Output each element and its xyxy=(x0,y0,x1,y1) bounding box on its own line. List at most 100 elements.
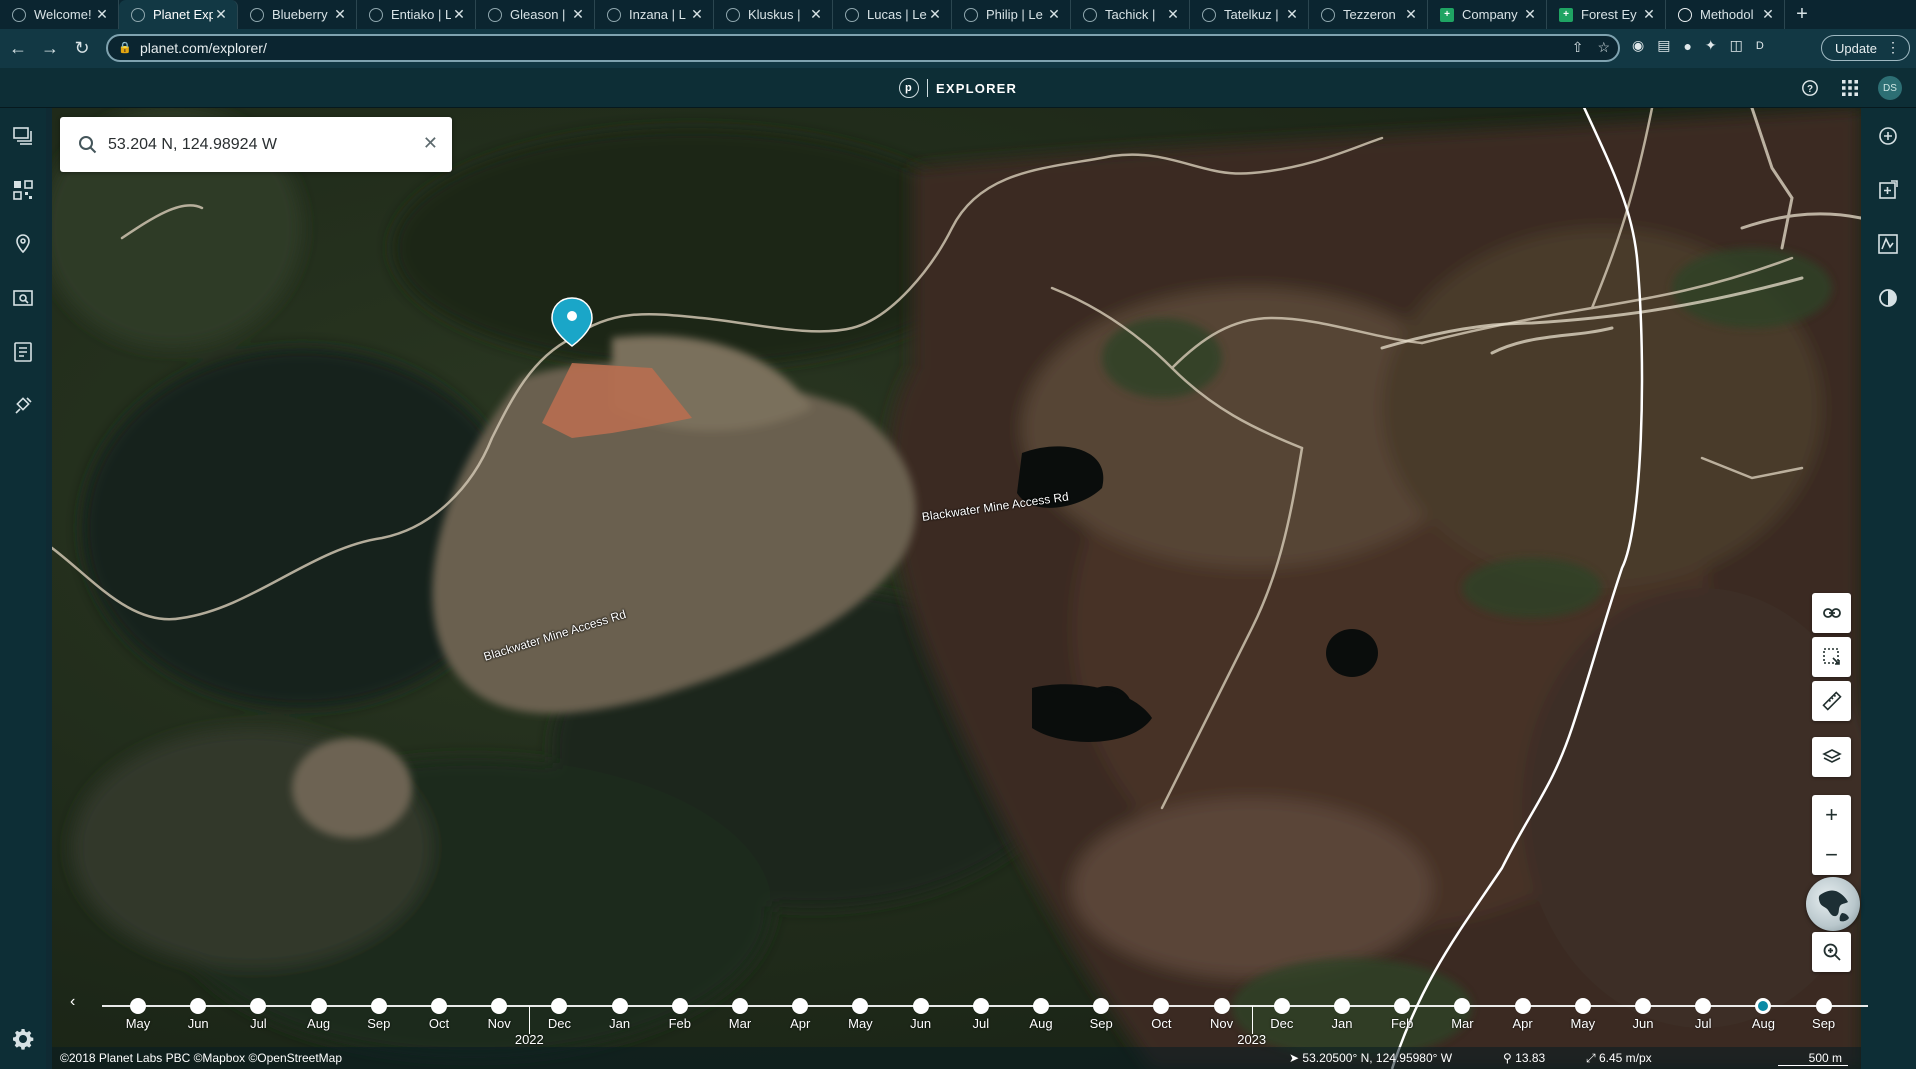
timeline-month-dot[interactable] xyxy=(1635,998,1651,1014)
timeline-month-dot[interactable] xyxy=(1093,998,1110,1014)
contrast-icon[interactable] xyxy=(1874,284,1902,312)
timeline-month-dot[interactable] xyxy=(1574,998,1591,1014)
browser-tab[interactable]: + Company ✕ xyxy=(1428,0,1547,29)
mosaic-grid-icon[interactable] xyxy=(9,176,37,204)
reload-icon[interactable]: ↻ xyxy=(66,33,98,65)
browser-tab[interactable]: Inzana | L ✕ xyxy=(595,0,714,29)
timeline-month-dot[interactable] xyxy=(1334,998,1350,1014)
settings-gear-icon[interactable] xyxy=(9,1025,37,1053)
bookmark-star-icon[interactable]: ☆ xyxy=(1597,39,1610,56)
timeline-month-dot[interactable] xyxy=(491,998,508,1014)
browser-tab[interactable]: Blueberry ✕ xyxy=(238,0,357,29)
zoom-in-button[interactable]: + xyxy=(1812,795,1851,835)
saved-search-icon[interactable] xyxy=(9,284,37,312)
puzzle-icon[interactable]: ✦ xyxy=(1705,37,1717,54)
basemap-layers-button[interactable] xyxy=(1812,737,1851,777)
timeline-month-dot[interactable] xyxy=(1394,998,1411,1014)
layers-panel-icon[interactable] xyxy=(9,122,37,150)
close-tab-icon[interactable]: ✕ xyxy=(808,6,824,23)
location-search-box[interactable]: ✕ xyxy=(60,117,452,172)
tasking-satellite-icon[interactable] xyxy=(9,392,37,420)
reader-icon[interactable]: ▤ xyxy=(1657,37,1670,54)
close-tab-icon[interactable]: ✕ xyxy=(927,6,943,23)
timeline-month-dot[interactable] xyxy=(671,998,688,1014)
close-tab-icon[interactable]: ✕ xyxy=(213,6,229,23)
close-tab-icon[interactable]: ✕ xyxy=(1403,6,1419,23)
forward-arrow-icon[interactable]: → xyxy=(34,33,66,65)
user-avatar[interactable]: DS xyxy=(1878,76,1902,100)
timeline-month-dot[interactable] xyxy=(1273,998,1290,1014)
timeline-month-dot[interactable] xyxy=(1454,998,1471,1014)
profile-initial[interactable]: D xyxy=(1756,40,1764,52)
timeline-month-dot[interactable] xyxy=(310,998,327,1014)
timeline-month-dot[interactable] xyxy=(1695,998,1712,1014)
close-tab-icon[interactable]: ✕ xyxy=(332,6,348,23)
close-tab-icon[interactable]: ✕ xyxy=(689,6,705,23)
timeline-month-dot[interactable] xyxy=(1033,998,1049,1014)
timeline-month-dot[interactable] xyxy=(431,998,447,1014)
browser-tab[interactable]: Tezzeron ✕ xyxy=(1309,0,1428,29)
globe-view-button[interactable] xyxy=(1806,877,1860,931)
close-tab-icon[interactable]: ✕ xyxy=(1641,6,1657,23)
satellite-imagery[interactable] xyxy=(52,108,1861,1069)
browser-tab[interactable]: Philip | Le ✕ xyxy=(952,0,1071,29)
help-icon[interactable]: ? xyxy=(1798,76,1822,100)
draw-area-button[interactable] xyxy=(1812,637,1851,677)
timeline-month-dot[interactable] xyxy=(370,998,387,1014)
new-tab-icon[interactable]: + xyxy=(1785,0,1819,29)
share-icon[interactable]: ⇧ xyxy=(1572,39,1584,56)
orders-list-icon[interactable] xyxy=(9,338,37,366)
timeline-previous-icon[interactable]: ‹ xyxy=(70,993,75,1011)
browser-tab[interactable]: Methodol ✕ xyxy=(1666,0,1785,29)
timeline-month-dot[interactable] xyxy=(1815,998,1832,1014)
satellite-map[interactable]: Blackwater Mine Access Rd Blackwater Min… xyxy=(52,108,1861,1069)
app-grid-icon[interactable] xyxy=(1838,76,1862,100)
clear-search-icon[interactable]: ✕ xyxy=(423,133,438,154)
timeline-month-dot[interactable] xyxy=(912,998,929,1014)
add-area-icon[interactable] xyxy=(1874,176,1902,204)
measure-ruler-button[interactable] xyxy=(1812,681,1851,721)
zoom-to-area-button[interactable] xyxy=(1812,932,1851,972)
browser-tab[interactable]: + Forest Ey ✕ xyxy=(1547,0,1666,29)
browser-tab[interactable]: Gleason | ✕ xyxy=(476,0,595,29)
browser-tab[interactable]: Tachick | ✕ xyxy=(1071,0,1190,29)
browser-tab[interactable]: Welcome! ✕ xyxy=(0,0,119,29)
browser-tab[interactable]: Entiako | L ✕ xyxy=(357,0,476,29)
search-input[interactable] xyxy=(108,135,408,154)
url-bar[interactable]: 🔒 planet.com/explorer/ ⇧ ☆ xyxy=(106,34,1620,62)
back-arrow-icon[interactable]: ← xyxy=(2,33,34,65)
timeline-month-dot[interactable] xyxy=(1514,998,1531,1014)
sidepanel-icon[interactable]: ◫ xyxy=(1730,37,1743,54)
timeline-month-dot[interactable] xyxy=(1755,998,1772,1014)
browser-tab[interactable]: Tatelkuz | ✕ xyxy=(1190,0,1309,29)
browser-tab[interactable]: Kluskus | ✕ xyxy=(714,0,833,29)
timeline-month-dot[interactable] xyxy=(190,998,207,1014)
close-tab-icon[interactable]: ✕ xyxy=(1046,6,1062,23)
timeline-month-dot[interactable] xyxy=(732,998,748,1014)
close-tab-icon[interactable]: ✕ xyxy=(451,6,467,23)
timeline-month-dot[interactable] xyxy=(852,998,869,1014)
extension-icon[interactable]: ● xyxy=(1683,38,1691,54)
update-button[interactable]: Update ⋮ xyxy=(1821,35,1910,61)
close-tab-icon[interactable]: ✕ xyxy=(1760,6,1776,23)
close-tab-icon[interactable]: ✕ xyxy=(570,6,586,23)
browser-tab[interactable]: Lucas | Le ✕ xyxy=(833,0,952,29)
analytics-icon[interactable] xyxy=(1874,122,1902,150)
timeline-month-dot[interactable] xyxy=(250,998,267,1014)
browser-tab[interactable]: Planet Explorer✕ xyxy=(119,0,238,29)
timeline-month-dot[interactable] xyxy=(1153,998,1170,1014)
zoom-out-button[interactable]: − xyxy=(1812,835,1851,875)
extension-icon[interactable]: ◉ xyxy=(1632,37,1644,54)
timeline-month-dot[interactable] xyxy=(1213,998,1230,1014)
share-link-button[interactable] xyxy=(1812,593,1851,633)
timeline-month-dot[interactable] xyxy=(972,998,989,1014)
timeline-month-dot[interactable] xyxy=(611,998,628,1014)
time-series-icon[interactable] xyxy=(1874,230,1902,258)
close-tab-icon[interactable]: ✕ xyxy=(1165,6,1181,23)
timeline-month-dot[interactable] xyxy=(130,998,146,1014)
timeline-month-dot[interactable] xyxy=(551,998,568,1014)
close-tab-icon[interactable]: ✕ xyxy=(1522,6,1538,23)
places-pin-icon[interactable] xyxy=(9,230,37,258)
timeline-month-dot[interactable] xyxy=(792,998,809,1014)
close-tab-icon[interactable]: ✕ xyxy=(1284,6,1300,23)
